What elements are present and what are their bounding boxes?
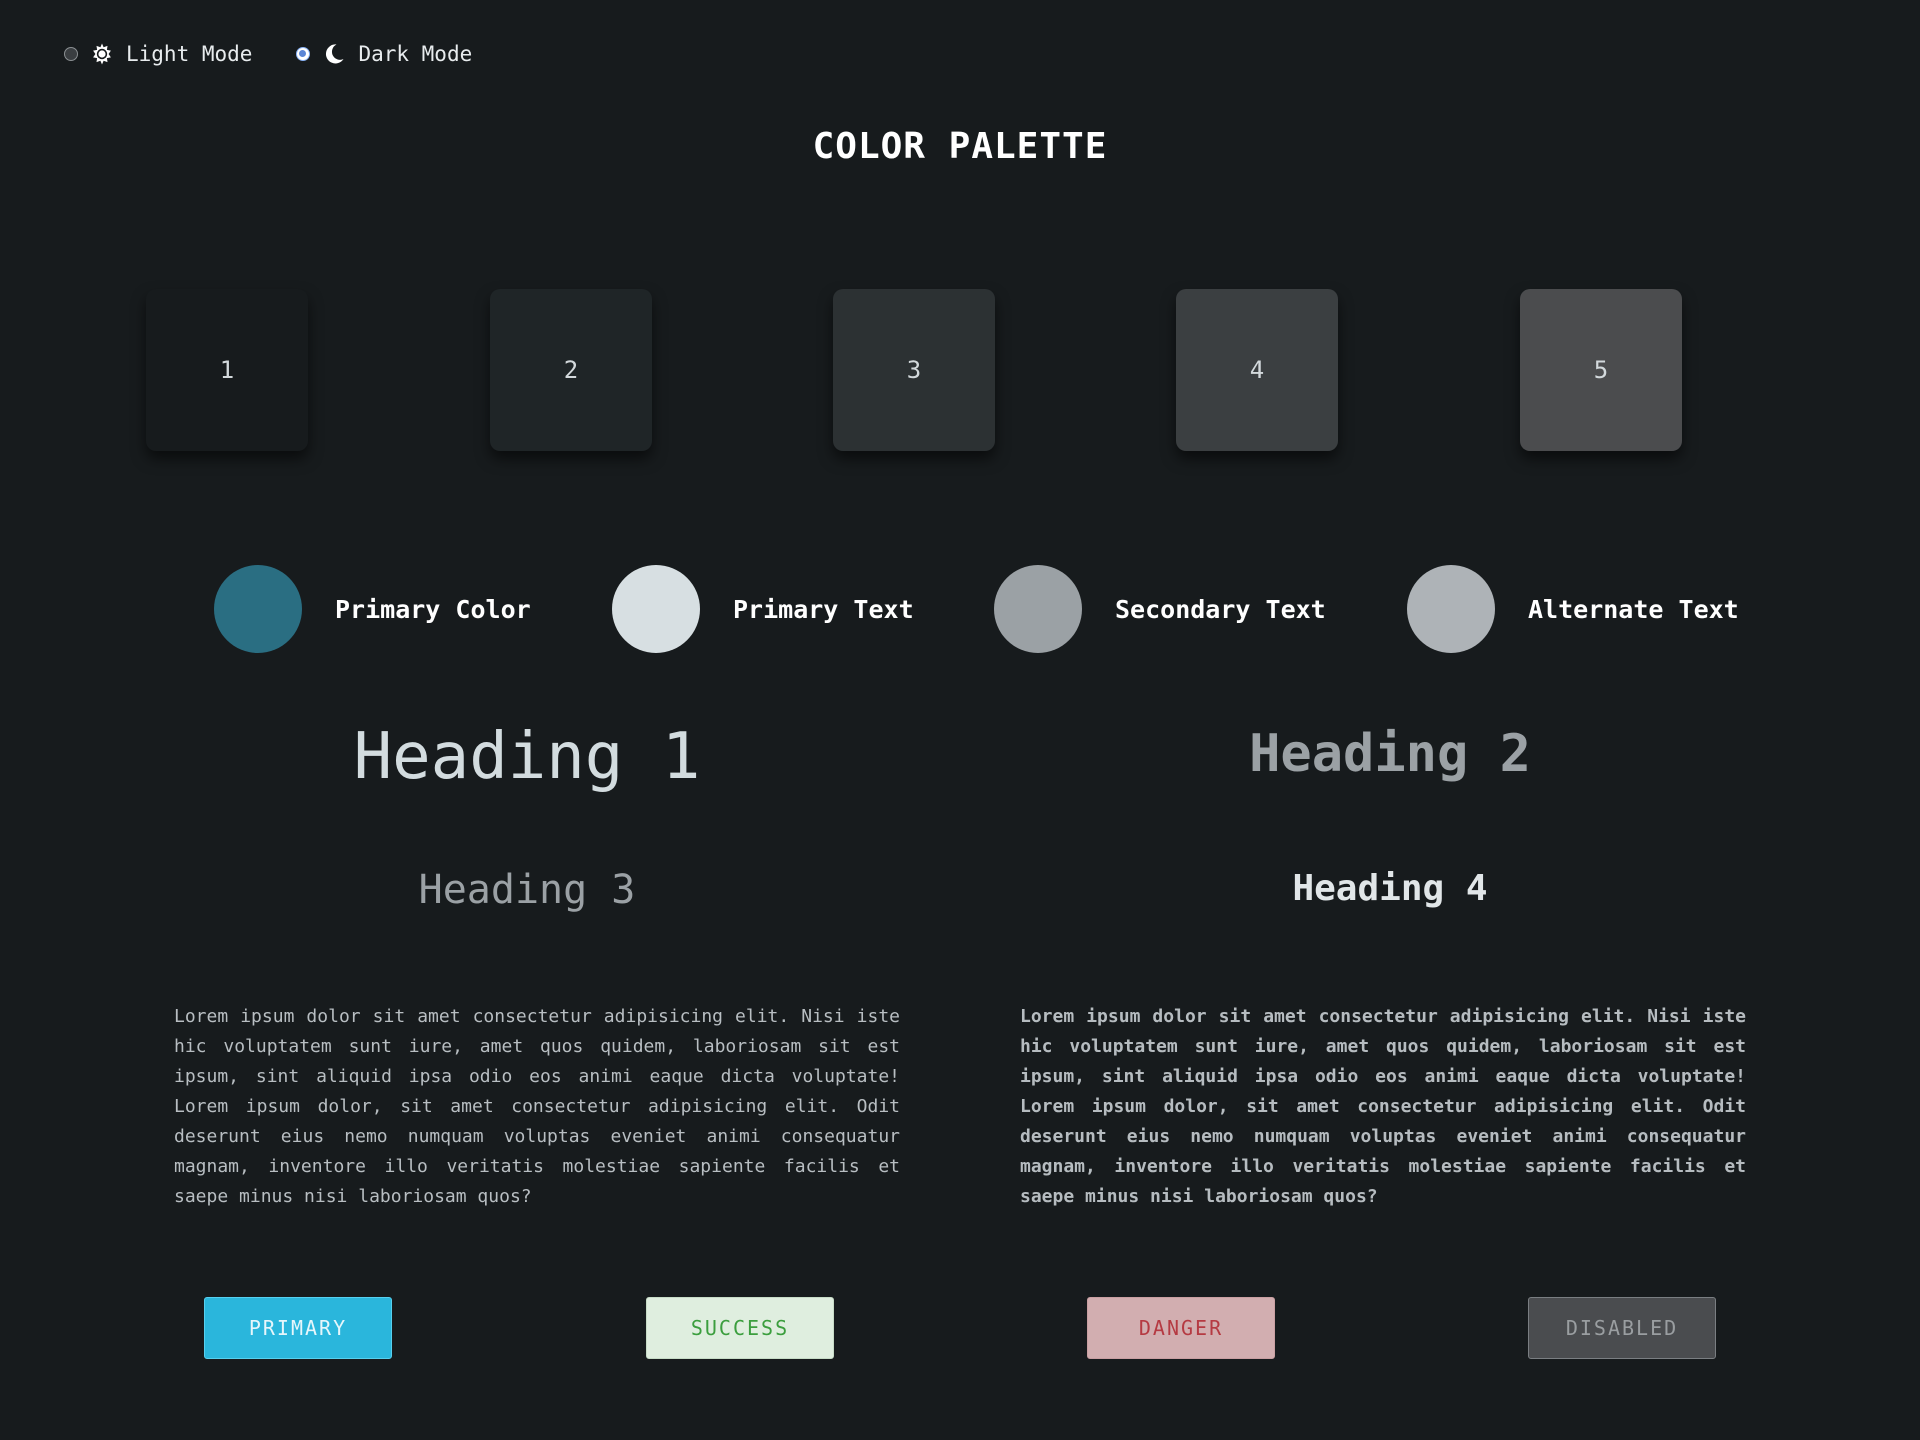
moon-icon — [322, 42, 346, 66]
swatch-5: 5 — [1520, 289, 1682, 451]
light-mode-option[interactable]: Light Mode — [64, 42, 252, 66]
paragraph-bold: Lorem ipsum dolor sit amet consectetur a… — [1020, 1006, 1746, 1207]
heading-4: Heading 4 — [1292, 868, 1488, 909]
color-legend: Primary Color Primary Text Secondary Tex… — [0, 565, 1920, 653]
swatch-label: 2 — [563, 356, 579, 384]
legend-primary-text: Primary Text — [612, 565, 914, 653]
legend-label: Secondary Text — [1115, 594, 1326, 624]
legend-label: Primary Color — [335, 594, 531, 624]
swatch-1: 1 — [146, 289, 308, 451]
swatch-label: 5 — [1593, 356, 1609, 384]
legend-primary-color: Primary Color — [214, 565, 531, 653]
color-dot — [1407, 565, 1495, 653]
swatch-2: 2 — [490, 289, 652, 451]
sun-icon — [90, 42, 114, 66]
swatch-row: 1 2 3 4 5 — [0, 289, 1920, 451]
dark-mode-label: Dark Mode — [358, 42, 473, 66]
swatch-label: 1 — [219, 356, 235, 384]
primary-button[interactable]: PRIMARY — [204, 1297, 392, 1359]
heading-3: Heading 3 — [418, 867, 636, 913]
legend-secondary-text: Secondary Text — [994, 565, 1326, 653]
color-dot — [612, 565, 700, 653]
dark-mode-radio[interactable] — [296, 47, 311, 61]
swatch-4: 4 — [1176, 289, 1338, 451]
color-dot — [214, 565, 302, 653]
theme-toggle: Light Mode Dark Mode — [64, 42, 516, 66]
heading-2: Heading 2 — [1249, 724, 1531, 784]
light-mode-label: Light Mode — [126, 42, 253, 66]
legend-label: Alternate Text — [1528, 594, 1739, 624]
disabled-button: DISABLED — [1528, 1297, 1716, 1359]
success-button[interactable]: SUCCESS — [646, 1297, 834, 1359]
swatch-label: 3 — [906, 356, 922, 384]
dark-mode-option[interactable]: Dark Mode — [296, 42, 472, 66]
paragraph-normal: Lorem ipsum dolor sit amet consectetur a… — [174, 1006, 900, 1207]
swatch-3: 3 — [833, 289, 995, 451]
swatch-label: 4 — [1249, 356, 1265, 384]
page: Light Mode Dark Mode COLOR PALETTE 1 2 3… — [0, 0, 1920, 1440]
legend-label: Primary Text — [733, 594, 914, 624]
heading-1: Heading 1 — [353, 720, 701, 794]
page-title: COLOR PALETTE — [812, 126, 1108, 167]
danger-button[interactable]: DANGER — [1087, 1297, 1275, 1359]
color-dot — [994, 565, 1082, 653]
light-mode-radio[interactable] — [64, 47, 78, 61]
legend-alternate-text: Alternate Text — [1407, 565, 1739, 653]
